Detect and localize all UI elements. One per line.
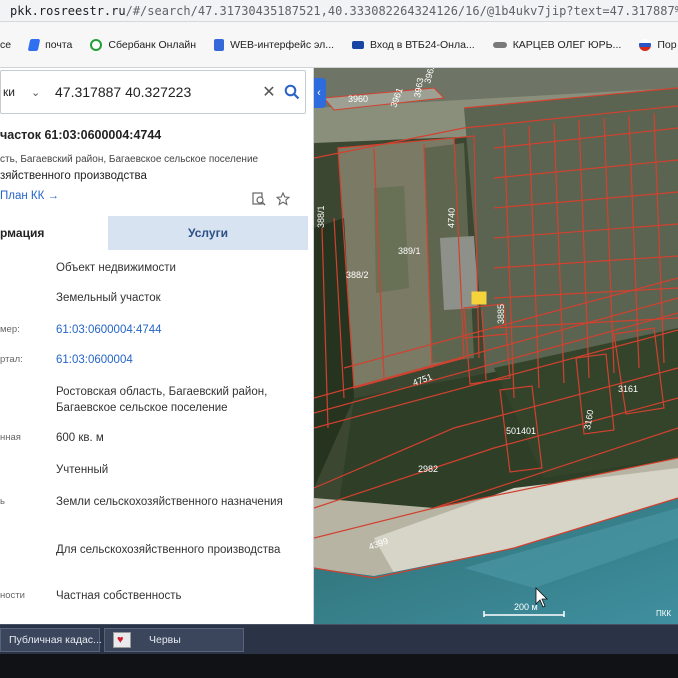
- attr-value: Объект недвижимости: [56, 262, 176, 274]
- attr-key: ности: [0, 590, 25, 601]
- cadastral-plan-link[interactable]: План КК →: [0, 190, 59, 202]
- attribute-list: Объект недвижимости Земельный участок ме…: [0, 254, 308, 624]
- panel-tabs: рмация Услуги: [0, 216, 308, 250]
- bookmark-label: Сбербанк Онлайн: [108, 38, 197, 51]
- clear-icon[interactable]: ✕: [259, 82, 279, 102]
- hearts-icon: ♥: [113, 632, 131, 648]
- map-attribution: ПКК: [656, 609, 671, 618]
- map-label: 3161: [618, 384, 638, 394]
- search-on-map-icon[interactable]: [252, 192, 266, 206]
- taskbar-label: Червы: [149, 634, 181, 646]
- attr-value: Земельный участок: [56, 292, 161, 304]
- search-box[interactable]: ки ⌄ 47.317887 40.327223 ✕: [0, 70, 306, 114]
- attr-key: мер:: [0, 324, 20, 335]
- bookmarks-bar: се почта Сбербанк Онлайн WEB-интерфейс э…: [0, 22, 678, 68]
- satellite-map[interactable]: 3960 3961 3962 3963 388/1 4740 389/1 388…: [314, 68, 678, 624]
- map-label: 388/1: [316, 205, 326, 228]
- url-host: pkk.rosreestr.ru: [10, 3, 126, 18]
- screen: pkk.rosreestr.ru/#/search/47.31730435187…: [0, 0, 678, 678]
- map-label: 501401: [506, 426, 536, 436]
- url-text[interactable]: pkk.rosreestr.ru/#/search/47.31730435187…: [0, 4, 678, 18]
- cadastral-map-layer: 3960 3961 3962 3963 388/1 4740 389/1 388…: [314, 68, 678, 624]
- cadastral-number-link[interactable]: 61:03:0600004:4744: [56, 322, 306, 338]
- bookmark-label: се: [0, 38, 12, 51]
- car-icon: [492, 41, 507, 48]
- bookmark-label: Вход в ВТБ24-Онла...: [370, 38, 475, 51]
- info-panel: ки ⌄ 47.317887 40.327223 ✕ часток 61:03:…: [0, 68, 314, 624]
- bookmark-vtb[interactable]: Вход в ВТБ24-Онла...: [352, 39, 475, 51]
- attr-key: нная: [0, 432, 21, 443]
- object-use: зяйственного производства: [0, 170, 147, 182]
- bookmark-label: WEB-интерфейс эл...: [230, 38, 335, 51]
- bookmark-kartsev[interactable]: КАРЦЕВ ОЛЕГ ЮРЬ...: [492, 38, 622, 51]
- attr-value: Для сельскохозяйственного производства: [56, 544, 281, 556]
- mail-icon: [27, 38, 41, 51]
- tab-information[interactable]: рмация: [0, 216, 108, 250]
- attr-key: ртал:: [0, 354, 23, 365]
- search-input[interactable]: 47.317887 40.327223: [55, 84, 259, 100]
- tab-services[interactable]: Услуги: [108, 216, 308, 250]
- selected-parcel[interactable]: [471, 291, 487, 305]
- web-bank-icon: [214, 38, 225, 51]
- taskbar-item-hearts[interactable]: ♥ Червы: [104, 628, 244, 652]
- collapse-panel-button[interactable]: ‹: [312, 78, 326, 108]
- taskbar-item-cadastre[interactable]: Публичная кадас...: [0, 628, 102, 652]
- attr-value: Частная собственность: [56, 590, 182, 602]
- search-icon[interactable]: [279, 84, 305, 100]
- map-scale-label: 200 м: [514, 602, 538, 612]
- bookmark-mail[interactable]: почта: [27, 38, 73, 51]
- screen-bezel: [0, 654, 678, 678]
- sberbank-icon: [90, 38, 103, 51]
- map-label: 3885: [496, 304, 506, 324]
- map-label: 388/2: [346, 270, 369, 280]
- object-tools: [252, 192, 290, 206]
- cadastral-quarter-link[interactable]: 61:03:0600004: [56, 352, 306, 368]
- bookmark-flag[interactable]: Пор: [639, 38, 677, 51]
- attr-value: 600 кв. м: [56, 432, 104, 444]
- object-title: часток 61:03:0600004:4744: [0, 128, 162, 142]
- map-label: 3960: [348, 94, 368, 104]
- map-label: 389/1: [398, 246, 421, 256]
- object-address: сть, Багаевский район, Багаевское сельск…: [0, 154, 259, 165]
- search-type-label[interactable]: ки: [1, 85, 31, 99]
- flag-icon: [639, 38, 652, 51]
- attr-value: Земли сельскохозяйственного назначения: [56, 496, 283, 508]
- map-label: 2982: [418, 464, 438, 474]
- bookmark-web[interactable]: WEB-интерфейс эл...: [214, 38, 335, 51]
- bookmark-label: почта: [45, 38, 73, 51]
- bookmark-label: КАРЦЕВ ОЛЕГ ЮРЬ...: [512, 38, 622, 51]
- bookmark-label: Пор: [657, 38, 677, 51]
- taskbar: Публичная кадас... ♥ Червы: [0, 624, 678, 654]
- url-path: /#/search/47.31730435187521,40.333082264…: [125, 3, 678, 18]
- star-icon[interactable]: [276, 192, 290, 206]
- map-label: 4740: [446, 208, 457, 228]
- taskbar-label: Публичная кадас...: [9, 634, 102, 646]
- attr-key: ь: [0, 496, 5, 507]
- address-bar[interactable]: pkk.rosreestr.ru/#/search/47.31730435187…: [0, 0, 678, 22]
- attr-value: Учтенный: [56, 464, 109, 476]
- bookmark-0[interactable]: се: [0, 39, 11, 51]
- chevron-left-icon: ‹: [317, 87, 321, 99]
- vtb-icon: [352, 40, 365, 49]
- tab-label: рмация: [0, 226, 45, 240]
- attr-value: Ростовская область, Багаевский район, Ба…: [56, 386, 268, 414]
- chevron-down-icon[interactable]: ⌄: [31, 86, 45, 99]
- bookmark-sberbank[interactable]: Сбербанк Онлайн: [90, 38, 197, 51]
- tab-label: Услуги: [188, 226, 228, 240]
